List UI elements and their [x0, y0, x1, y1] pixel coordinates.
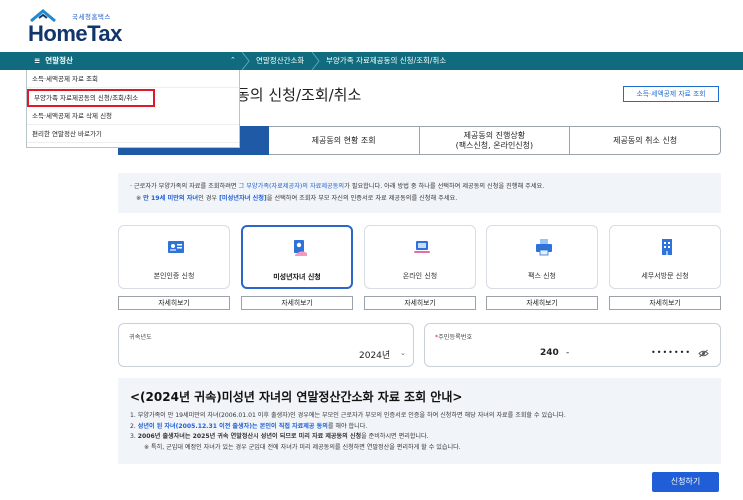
field-label: 귀속년도	[129, 334, 152, 341]
building-icon	[662, 239, 672, 255]
dropdown-item-convenient-shortcut[interactable]: 편리한 연말정산 바로가기	[27, 125, 239, 143]
chevron-down-icon: ⌄	[400, 349, 406, 357]
menu-label: 연말정산	[45, 56, 73, 65]
notice-box: · 근로자가 부양가족의 자료를 조회하려면 그 부양가족(자료제공자)의 자료…	[118, 173, 721, 213]
guide-bold: 2006년 출생자녀는 2025년 귀속 연말정산시 성년이 되므로 미리 자료…	[137, 433, 362, 440]
hometax-logo[interactable]: 국세청홈택스 HomeTax	[28, 7, 138, 46]
notice-highlight: 만 19세 미만의 자녀	[143, 195, 199, 202]
notice-line-2: ※ 만 19세 미만의 자녀인 경우 [미성년자녀 신청]을 선택하여 조회자 …	[130, 193, 709, 205]
navigation-bar: ≡ 연말정산 ⌃ 연말정산간소화 부양가족 자료제공동의 신청/조회/취소	[0, 52, 743, 70]
rrn-back-masked: •••••••	[651, 348, 692, 357]
notice-highlight: [미성년자녀 신청]	[219, 195, 267, 202]
detail-button[interactable]: 자세히보기	[364, 296, 476, 310]
application-method-cards: 본인인증 신청 미성년자녀 신청 온라인 신청 팩스 신청 세무서방문 신청 자…	[118, 225, 721, 315]
notice-text: 인 경우	[198, 195, 220, 202]
guide-line-3: 3. 2006년 출생자녀는 2025년 귀속 연말정산시 성년이 되므로 미리…	[130, 432, 709, 443]
card-self-auth[interactable]: 본인인증 신청	[118, 225, 230, 289]
detail-button[interactable]: 자세히보기	[241, 296, 353, 310]
chevron-up-icon[interactable]: ⌃	[230, 56, 236, 64]
guide-number: 2.	[130, 422, 138, 430]
resident-number-field[interactable]: *주민등록번호 240 - •••••••	[424, 323, 721, 367]
tab-label: 제공동의 진행상황 (팩스신청, 온라인신청)	[456, 131, 534, 151]
notice-text: 가 필요합니다. 아래 방법 중 하나를 선택하여 제공동의 신청을 진행해 주…	[344, 183, 545, 190]
eye-off-icon[interactable]	[698, 349, 709, 358]
breadcrumb-separator-icon	[241, 52, 250, 70]
year-value: 2024년	[359, 351, 391, 361]
card-online[interactable]: 온라인 신청	[364, 225, 476, 289]
field-label: *주민등록번호	[435, 332, 472, 341]
field-label-text: 주민등록번호	[438, 334, 473, 341]
laptop-icon	[414, 241, 430, 253]
card-label: 온라인 신청	[402, 272, 438, 280]
tab-consent-progress[interactable]: 제공동의 진행상황 (팩스신청, 온라인신청)	[419, 126, 571, 155]
guide-text: 를 해야 합니다.	[327, 422, 368, 430]
notice-text: · 근로자가 부양가족의 자료를 조회하려면	[130, 183, 239, 190]
id-card-icon	[168, 241, 184, 253]
fax-icon	[536, 239, 552, 256]
tab-label: 제공동의 취소 신청	[613, 135, 678, 145]
hamburger-icon: ≡	[34, 56, 41, 65]
tab-consent-cancel[interactable]: 제공동의 취소 신청	[570, 126, 721, 155]
tab-consent-status[interactable]: 제공동의 현황 조회	[268, 126, 420, 155]
guide-line-4: ※ 특히, 군입대 예정인 자녀가 있는 경우 군입대 전에 자녀가 미리 제공…	[144, 443, 461, 451]
page-title: 동의 신청/조회/취소	[236, 86, 362, 104]
attribution-year-select[interactable]: 귀속년도 2024년 ⌄	[118, 323, 414, 367]
dropdown-item-deduction-inquiry[interactable]: 소득·세액공제 자료 조회	[27, 70, 239, 88]
card-label: 미성년자녀 신청	[273, 273, 321, 281]
apply-button[interactable]: 신청하기	[652, 472, 719, 492]
card-label: 팩스 신청	[528, 272, 556, 280]
guide-line-2: 2. 성년이 된 자녀(2005.12.31 이전 출생자)는 본인이 직접 자…	[130, 422, 709, 433]
logo-subtitle: 국세청홈택스	[72, 13, 111, 21]
breadcrumb-separator-icon	[311, 52, 320, 70]
dropdown-item-dependent-consent[interactable]: 부양가족 자료제공동의 신청/조회/취소	[27, 89, 155, 107]
notice-text: 을 선택하여 조회자 부모 자신의 인증서로 자료 제공동의를 신청해 주세요.	[266, 195, 458, 202]
card-label: 본인인증 신청	[153, 272, 195, 280]
rrn-front-value: 240	[540, 348, 559, 358]
guide-box: <(2024년 귀속)미성년 자녀의 연말정산간소화 자료 조회 안내> 1. …	[118, 378, 721, 464]
guide-line-1: 1. 부양가족이 만 19세미만의 자녀(2006.01.01 이후 출생자)인…	[130, 412, 566, 419]
detail-button[interactable]: 자세히보기	[609, 296, 721, 310]
breadcrumb-item-1[interactable]: 연말정산간소화	[256, 55, 304, 66]
tab-label: 제공동의 현황 조회	[311, 135, 376, 145]
guide-title: <(2024년 귀속)미성년 자녀의 연말정산간소화 자료 조회 안내>	[130, 390, 463, 404]
card-label: 세무서방문 신청	[641, 272, 689, 280]
rrn-dash: -	[566, 348, 570, 358]
card-fax[interactable]: 팩스 신청	[486, 225, 598, 289]
logo-title: HomeTax	[28, 21, 122, 46]
guide-number: 3.	[130, 433, 138, 440]
guide-text: 을 준비하시면 편리합니다.	[361, 433, 429, 440]
tab-label-line1: 제공동의 진행상황	[463, 130, 526, 140]
notice-line-1: · 근로자가 부양가족의 자료를 조회하려면 그 부양가족(자료제공자)의 자료…	[130, 181, 709, 193]
tab-label-line2: (팩스신청, 온라인신청)	[455, 140, 534, 150]
menu-dropdown: 소득·세액공제 자료 조회 부양가족 자료제공동의 신청/조회/취소 소득·세액…	[26, 70, 240, 148]
breadcrumb-item-2[interactable]: 부양가족 자료제공동의 신청/조회/취소	[326, 55, 446, 66]
child-consent-icon	[294, 240, 307, 256]
menu-toggle-button[interactable]: ≡ 연말정산	[34, 55, 73, 66]
detail-button[interactable]: 자세히보기	[486, 296, 598, 310]
card-minor-child[interactable]: 미성년자녀 신청	[241, 225, 353, 289]
notice-highlight: 그 부양가족(자료제공자)의 자료제공동의	[238, 183, 345, 190]
site-header: 국세청홈택스 HomeTax	[0, 0, 743, 52]
dropdown-item-deletion-request[interactable]: 소득·세액공제 자료 삭제 신청	[27, 107, 239, 125]
guide-highlight: 성년이 된 자녀(2005.12.31 이전 출생자)는 본인이 직접 자료제공…	[137, 422, 328, 430]
deduction-inquiry-button[interactable]: 소득·세액공제 자료 조회	[623, 86, 719, 102]
detail-button[interactable]: 자세히보기	[118, 296, 230, 310]
card-tax-office-visit[interactable]: 세무서방문 신청	[609, 225, 721, 289]
